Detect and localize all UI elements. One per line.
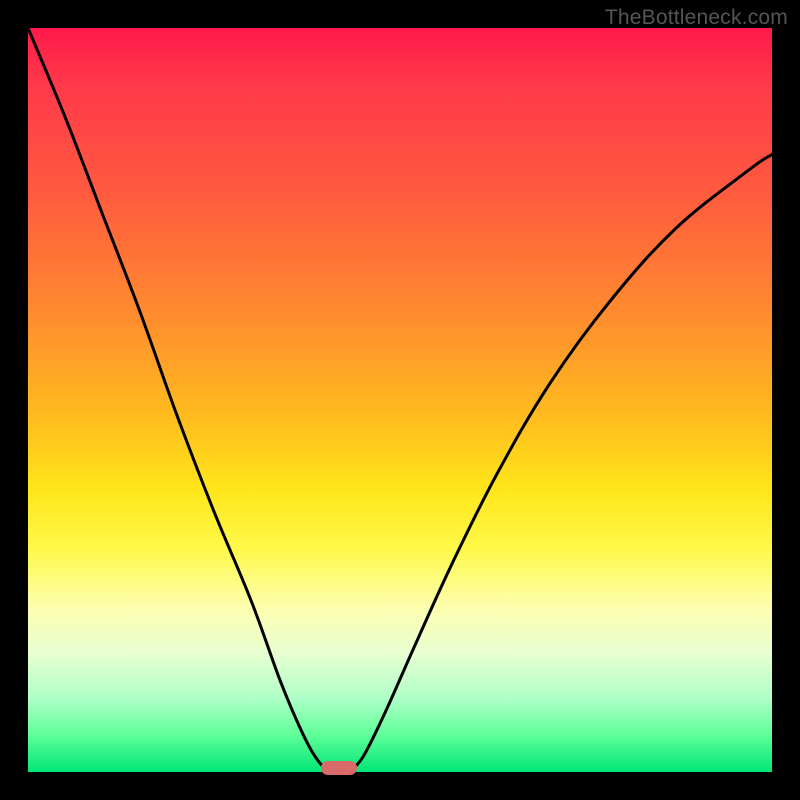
plot-area <box>28 28 772 772</box>
curve-right-branch <box>348 154 772 772</box>
chart-frame: TheBottleneck.com <box>0 0 800 800</box>
watermark-text: TheBottleneck.com <box>605 6 788 30</box>
optimal-marker <box>321 761 357 775</box>
curve-left-branch <box>28 28 329 772</box>
bottleneck-curve <box>28 28 772 772</box>
